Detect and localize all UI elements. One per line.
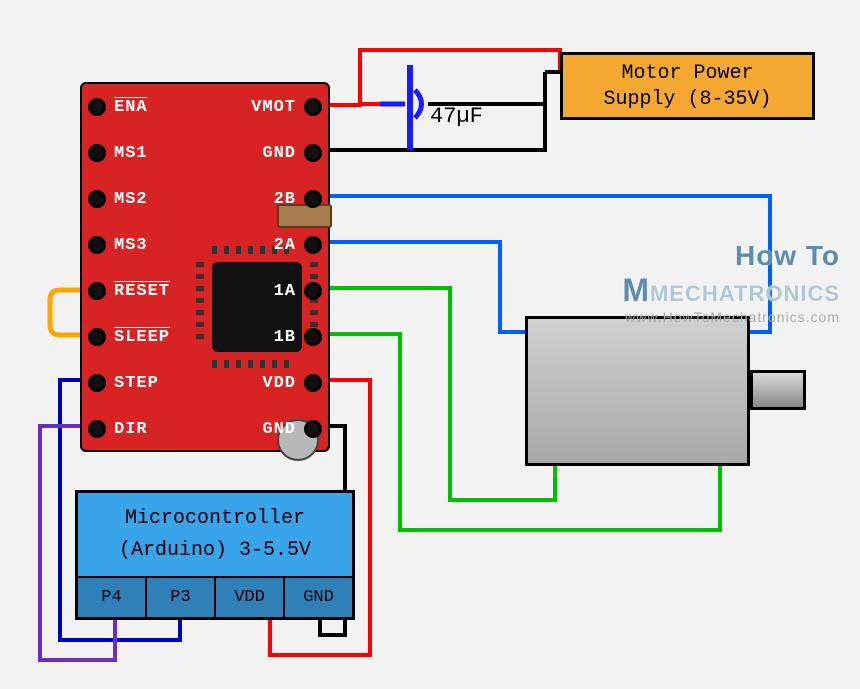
pin-dot-left-ms2 (88, 190, 106, 208)
pin-label-ena: ENA (114, 98, 148, 117)
pin-dot-left-dir (88, 420, 106, 438)
pin-dot-right-vmot-0 (304, 98, 322, 116)
psu-label-2: Supply (8-35V) (563, 87, 812, 113)
capacitor-label: 47µF (430, 104, 483, 129)
mcu-pin-gnd: GND (285, 578, 352, 617)
pin-dot-left-reset (88, 282, 106, 300)
pin-label-2b-2: 2B (274, 190, 296, 209)
pin-label-ms1: MS1 (114, 144, 148, 163)
pin-dot-left-ms3 (88, 236, 106, 254)
motor-power-supply-box: Motor Power Supply (8-35V) (560, 52, 815, 120)
mcu-label-2: (Arduino) 3-5.5V (78, 535, 352, 567)
pin-label-2a-3: 2A (274, 236, 296, 255)
pin-label-1a-4: 1A (274, 282, 296, 301)
pin-label-vmot-0: VMOT (251, 98, 296, 117)
mcu-label-1: Microcontroller (78, 503, 352, 535)
pin-label-1b-5: 1B (274, 328, 296, 347)
pin-dot-right-1a-4 (304, 282, 322, 300)
a4988-driver-board: ENA MS1 MS2 MS3 RESET SLEEP STEP DIR VMOT GND 2B 2A… (80, 82, 330, 452)
pin-dot-left-ms1 (88, 144, 106, 162)
pin-label-ms2: MS2 (114, 190, 148, 209)
pin-label-step: STEP (114, 374, 159, 393)
pin-label-sleep: SLEEP (114, 328, 170, 347)
diagram-canvas: Motor Power Supply (8-35V) 47µF How To M… (0, 0, 860, 689)
pin-dot-left-sleep (88, 328, 106, 346)
stepper-motor-shaft (750, 370, 806, 410)
pin-dot-right-gnd-7 (304, 420, 322, 438)
pin-label-ms3: MS3 (114, 236, 148, 255)
psu-label-1: Motor Power (563, 61, 812, 87)
stepper-motor-body (525, 316, 750, 466)
watermark-brand: How To MMECHATRONICS (622, 240, 840, 309)
pin-dot-left-ena (88, 98, 106, 116)
mcu-pin-vdd: VDD (216, 578, 285, 617)
microcontroller-box: Microcontroller (Arduino) 3-5.5V P4 P3 V… (75, 490, 355, 620)
pin-label-reset: RESET (114, 282, 170, 301)
pin-label-vdd-6: VDD (262, 374, 296, 393)
pin-label-gnd-7: GND (262, 420, 296, 439)
pin-dot-right-1b-5 (304, 328, 322, 346)
pin-dot-right-2b-2 (304, 190, 322, 208)
pin-label-dir: DIR (114, 420, 148, 439)
pin-dot-right-vdd-6 (304, 374, 322, 392)
pin-dot-right-2a-3 (304, 236, 322, 254)
mcu-pin-p3: P3 (147, 578, 216, 617)
watermark: How To MMECHATRONICS www.HowToMechatroni… (622, 240, 840, 325)
pin-label-gnd-1: GND (262, 144, 296, 163)
pin-dot-right-gnd-1 (304, 144, 322, 162)
mcu-pin-row: P4 P3 VDD GND (78, 576, 352, 617)
watermark-url: www.HowToMechatronics.com (622, 309, 840, 325)
mcu-pin-p4: P4 (78, 578, 147, 617)
pin-dot-left-step (88, 374, 106, 392)
